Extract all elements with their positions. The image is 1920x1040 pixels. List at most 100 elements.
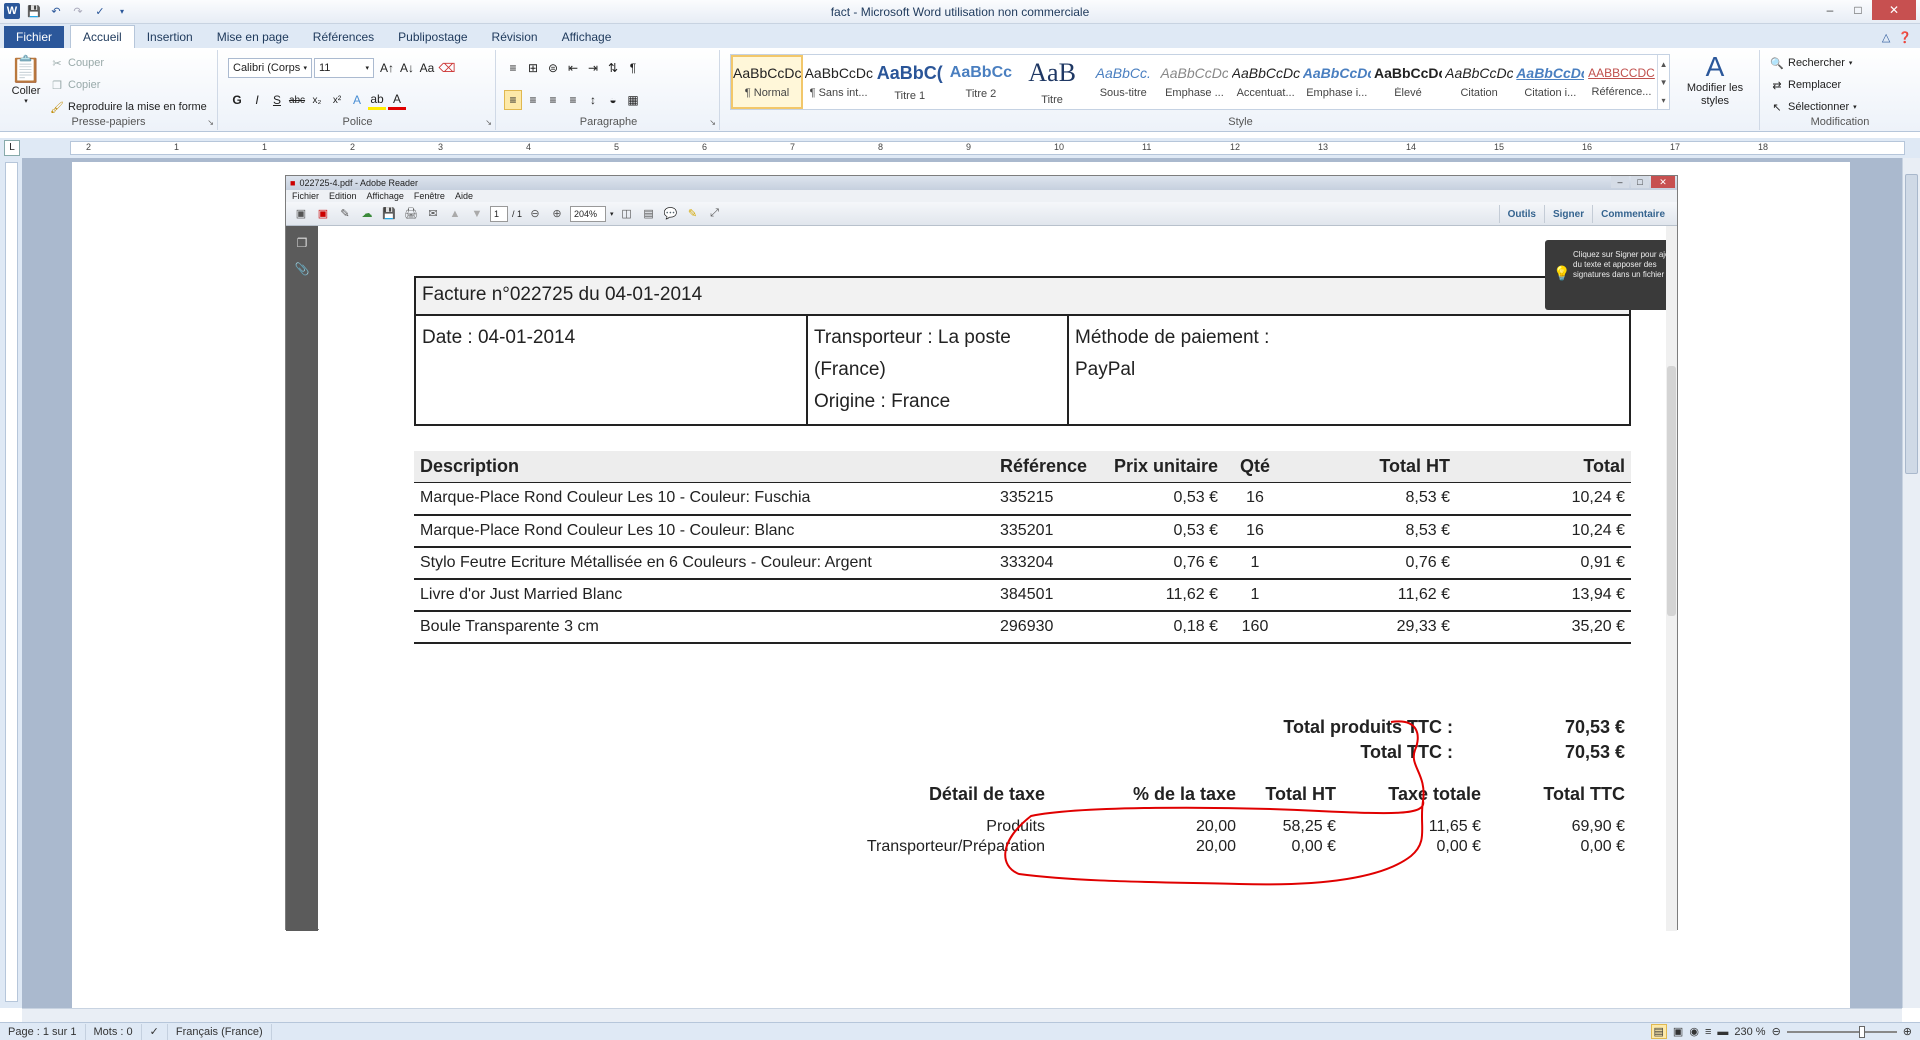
- tab-references[interactable]: Références: [301, 26, 386, 48]
- paste-button[interactable]: 📋 Coller ▾: [8, 54, 44, 105]
- find-button[interactable]: 🔍 Rechercher ▾: [1770, 56, 1852, 70]
- zoom-out-icon[interactable]: ⊖: [1772, 1025, 1781, 1038]
- language[interactable]: Français (France): [168, 1023, 272, 1040]
- style-normal[interactable]: AaBbCcDc ¶ Normal: [731, 55, 803, 109]
- style-reference-pale[interactable]: AABBCCDC Référence...: [1586, 55, 1657, 109]
- adobe-menu-edition[interactable]: Edition: [329, 191, 357, 201]
- zoom-out-icon[interactable]: ⊖: [526, 205, 544, 223]
- style-sous-titre[interactable]: AaBbCc. Sous-titre: [1088, 55, 1159, 109]
- style-sans-interligne[interactable]: AaBbCcDc ¶ Sans int...: [803, 55, 874, 109]
- scroll-up-icon[interactable]: ▲: [1660, 60, 1668, 69]
- email-icon[interactable]: ✉: [424, 205, 442, 223]
- bullets-icon[interactable]: ≡: [504, 58, 522, 78]
- attachment-icon[interactable]: 📎: [293, 260, 311, 278]
- prev-page-icon[interactable]: ▲: [446, 205, 464, 223]
- tab-publipostage[interactable]: Publipostage: [386, 26, 479, 48]
- vertical-ruler[interactable]: [5, 162, 18, 1002]
- signer-button[interactable]: Signer: [1543, 205, 1592, 223]
- zoom-slider-knob[interactable]: [1858, 1025, 1865, 1038]
- horizontal-ruler[interactable]: 2 1 1 2 3 4 5 6 7 8 9 10 11 12 13 14 15 16 17 18: [70, 141, 1905, 155]
- spellcheck-status-icon[interactable]: ✓: [142, 1023, 168, 1040]
- change-case-icon[interactable]: Aa: [418, 58, 436, 78]
- decrease-indent-icon[interactable]: ⇤: [564, 58, 582, 78]
- replace-button[interactable]: ⇄ Remplacer: [1770, 78, 1841, 92]
- word-count[interactable]: Mots : 0: [86, 1023, 142, 1040]
- strikethrough-icon[interactable]: abc: [288, 90, 306, 110]
- page-number-input[interactable]: 1: [490, 205, 508, 222]
- maximize-button[interactable]: □: [1844, 0, 1872, 20]
- copy-button[interactable]: ❐ Copier: [50, 78, 100, 92]
- show-marks-icon[interactable]: ¶: [624, 58, 642, 78]
- outline-icon[interactable]: ≡: [1705, 1026, 1711, 1038]
- underline-icon[interactable]: S: [268, 90, 286, 110]
- tab-mise-en-page[interactable]: Mise en page: [205, 26, 301, 48]
- zoom-in-icon[interactable]: ⊕: [1903, 1025, 1912, 1038]
- style-accentuation[interactable]: AaBbCcDc Accentuat...: [1230, 55, 1301, 109]
- adobe-minimize-button[interactable]: –: [1611, 176, 1629, 188]
- dialog-launcher-icon[interactable]: ↘: [485, 118, 492, 127]
- adobe-menu-fichier[interactable]: Fichier: [292, 191, 319, 201]
- fullscreen-icon[interactable]: ⤢: [706, 205, 724, 223]
- adobe-maximize-button[interactable]: □: [1631, 176, 1649, 188]
- style-citation[interactable]: AaBbCcDc Citation: [1444, 55, 1515, 109]
- style-titre-2[interactable]: AaBbCc Titre 2: [945, 55, 1016, 109]
- align-right-icon[interactable]: ≡: [544, 90, 562, 110]
- superscript-icon[interactable]: x²: [328, 90, 346, 110]
- font-size-select[interactable]: 11 ▾: [314, 58, 374, 78]
- text-effects-icon[interactable]: A: [348, 90, 366, 110]
- style-titre-1[interactable]: AaBbC( Titre 1: [874, 55, 945, 109]
- cloud-icon[interactable]: ☁: [358, 205, 376, 223]
- minimize-ribbon-icon[interactable]: △: [1882, 31, 1890, 44]
- tab-selector-icon[interactable]: L: [4, 140, 20, 156]
- highlight-icon[interactable]: ab: [368, 90, 386, 110]
- fit-page-icon[interactable]: ◫: [618, 205, 636, 223]
- bold-icon[interactable]: G: [228, 90, 246, 110]
- format-painter-button[interactable]: 🖌 Reproduire la mise en forme: [50, 100, 207, 114]
- tab-accueil[interactable]: Accueil: [70, 25, 135, 48]
- shrink-font-icon[interactable]: A↓: [398, 58, 416, 78]
- edit-icon[interactable]: ✎: [336, 205, 354, 223]
- web-layout-icon[interactable]: ◉: [1689, 1025, 1699, 1038]
- page-count[interactable]: Page : 1 sur 1: [0, 1023, 86, 1040]
- borders-icon[interactable]: ▦: [624, 90, 642, 110]
- commentaire-button[interactable]: Commentaire: [1592, 205, 1673, 223]
- tab-insertion[interactable]: Insertion: [135, 26, 205, 48]
- italic-icon[interactable]: I: [248, 90, 266, 110]
- comment-icon[interactable]: 💬: [662, 205, 680, 223]
- zoom-slider[interactable]: [1786, 1025, 1897, 1038]
- style-emphase-pale[interactable]: AaBbCcDc Emphase ...: [1159, 55, 1230, 109]
- minimize-button[interactable]: –: [1816, 0, 1844, 20]
- adobe-scroll-thumb[interactable]: [1667, 366, 1676, 616]
- full-reading-icon[interactable]: ▣: [1673, 1025, 1683, 1038]
- draft-icon[interactable]: ▬: [1717, 1026, 1728, 1038]
- save-icon[interactable]: 💾: [380, 205, 398, 223]
- multilevel-list-icon[interactable]: ⊜: [544, 58, 562, 78]
- help-icon[interactable]: ❓: [1898, 31, 1912, 44]
- align-left-icon[interactable]: ≡: [504, 90, 522, 110]
- style-emphase-intense[interactable]: AaBbCcDc Emphase i...: [1301, 55, 1372, 109]
- fit-width-icon[interactable]: ▤: [640, 205, 658, 223]
- tab-revision[interactable]: Révision: [480, 26, 550, 48]
- close-button[interactable]: ✕: [1872, 0, 1916, 20]
- tab-affichage[interactable]: Affichage: [550, 26, 624, 48]
- font-family-select[interactable]: Calibri (Corps ▾: [228, 58, 312, 78]
- next-page-icon[interactable]: ▼: [468, 205, 486, 223]
- pdf-create-icon[interactable]: ▣: [314, 205, 332, 223]
- zoom-in-icon[interactable]: ⊕: [548, 205, 566, 223]
- adobe-menu-affichage[interactable]: Affichage: [367, 191, 404, 201]
- shading-icon[interactable]: ◒: [604, 90, 622, 110]
- sort-icon[interactable]: ⇅: [604, 58, 622, 78]
- zoom-level[interactable]: 230 %: [1734, 1026, 1765, 1038]
- vertical-scrollbar[interactable]: [1902, 158, 1920, 1008]
- horizontal-scrollbar[interactable]: [22, 1008, 1902, 1022]
- numbering-icon[interactable]: ⊞: [524, 58, 542, 78]
- cut-button[interactable]: ✂ Couper: [50, 56, 104, 70]
- style-eleve[interactable]: AaBbCcDc Élevé: [1372, 55, 1443, 109]
- vertical-scroll-thumb[interactable]: [1905, 174, 1918, 474]
- dialog-launcher-icon[interactable]: ↘: [207, 118, 214, 127]
- style-titre[interactable]: AaB Titre: [1017, 55, 1088, 109]
- print-icon[interactable]: 🖨: [402, 205, 420, 223]
- adobe-menu-fenetre[interactable]: Fenêtre: [414, 191, 445, 201]
- increase-indent-icon[interactable]: ⇥: [584, 58, 602, 78]
- clear-format-icon[interactable]: ⌫: [438, 58, 456, 78]
